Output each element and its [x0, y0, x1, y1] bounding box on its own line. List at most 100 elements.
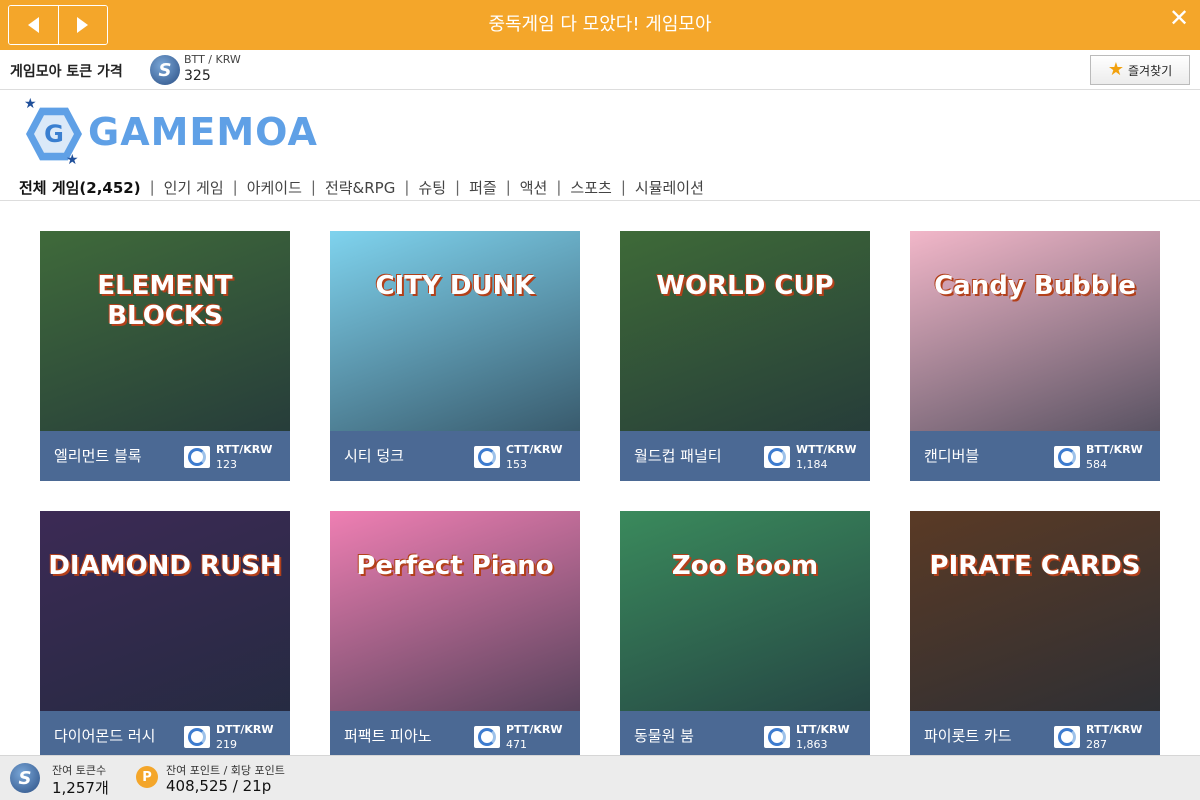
- token-logo-icon: S: [150, 55, 180, 85]
- bottom-status-bar: S 잔여 토큰수 1,257개 P 잔여 포인트 / 회당 포인트 408,52…: [0, 755, 1200, 800]
- game-token-pair: CTT/KRW: [506, 443, 563, 456]
- category-separator: |: [310, 178, 316, 196]
- game-card[interactable]: Perfect Piano 퍼팩트 피아노 PTT/KRW 471: [330, 511, 580, 761]
- game-name: 월드컵 패널티: [634, 447, 722, 465]
- token-price-label: 게임모아 토큰 가격: [10, 64, 123, 80]
- category-tab[interactable]: 전체 게임(2,452): [19, 177, 141, 198]
- game-info-bar: 다이어몬드 러시 DTT/KRW 219: [40, 711, 290, 761]
- star-icon: ★: [1107, 59, 1124, 80]
- game-art-title: CITY DUNK: [375, 271, 535, 301]
- game-art-title: PIRATE CARDS: [929, 551, 1141, 581]
- game-thumbnail: Perfect Piano: [330, 511, 580, 711]
- points-label: 잔여 포인트 / 회당 포인트: [166, 764, 285, 777]
- back-button[interactable]: [9, 6, 58, 44]
- star-icon: ★: [24, 96, 37, 112]
- title-bar: 중독게임 다 모았다! 게임모아 ✕: [0, 0, 1200, 50]
- token-balance-label: 잔여 토큰수: [52, 764, 107, 777]
- close-button[interactable]: ✕: [1166, 6, 1192, 32]
- category-tab[interactable]: 전략&RPG: [325, 177, 395, 198]
- game-token-icon: [1054, 726, 1080, 748]
- game-token-pair: RTT/KRW: [216, 443, 273, 456]
- game-token-pair: PTT/KRW: [506, 723, 563, 736]
- game-token-pair: LTT/KRW: [796, 723, 850, 736]
- game-name: 동물원 붐: [634, 727, 694, 745]
- game-info-bar: 캔디버블 BTT/KRW 584: [910, 431, 1160, 481]
- game-token-value: 123: [216, 458, 237, 471]
- token-logo-icon: S: [10, 763, 40, 793]
- category-tab[interactable]: 시뮬레이션: [635, 177, 704, 198]
- token-price-bar: 게임모아 토큰 가격 S BTT / KRW 325 ★ 즐겨찾기: [0, 50, 1200, 90]
- game-name: 퍼팩트 피아노: [344, 727, 432, 745]
- forward-button[interactable]: [57, 6, 107, 44]
- game-info-bar: 퍼팩트 피아노 PTT/KRW 471: [330, 711, 580, 761]
- category-tab[interactable]: 아케이드: [247, 177, 302, 198]
- game-art-title: WORLD CUP: [656, 271, 834, 301]
- game-card[interactable]: ELEMENT BLOCKS 엘리먼트 블록 RTT/KRW 123: [40, 231, 290, 481]
- game-art-title: Zoo Boom: [671, 551, 819, 581]
- game-token-value: 153: [506, 458, 527, 471]
- game-card[interactable]: WORLD CUP 월드컵 패널티 WTT/KRW 1,184: [620, 231, 870, 481]
- game-thumbnail: CITY DUNK: [330, 231, 580, 431]
- game-token-pair: BTT/KRW: [1086, 443, 1143, 456]
- favorites-label: 즐겨찾기: [1127, 63, 1173, 78]
- game-thumbnail: ELEMENT BLOCKS: [40, 231, 290, 431]
- gamemoa-logo[interactable]: ★ G ★ GAMEMOA: [22, 96, 322, 168]
- game-card[interactable]: CITY DUNK 시티 덩크 CTT/KRW 153: [330, 231, 580, 481]
- points-value: 408,525 / 21p: [166, 777, 272, 795]
- category-separator: |: [404, 178, 410, 196]
- game-token-value: 287: [1086, 738, 1107, 751]
- game-name: 시티 덩크: [344, 447, 404, 465]
- point-icon: P: [136, 766, 158, 788]
- game-token-icon: [184, 726, 210, 748]
- game-token-icon: [764, 726, 790, 748]
- category-tab[interactable]: 퍼즐: [469, 177, 497, 198]
- category-tab[interactable]: 인기 게임: [164, 177, 224, 198]
- game-card[interactable]: Zoo Boom 동물원 붐 LTT/KRW 1,863: [620, 511, 870, 761]
- favorites-button[interactable]: ★ 즐겨찾기: [1090, 55, 1190, 85]
- game-thumbnail: WORLD CUP: [620, 231, 870, 431]
- right-arrow-icon: [77, 17, 89, 33]
- game-token-pair: DTT/KRW: [216, 723, 274, 736]
- game-token-icon: [474, 446, 500, 468]
- game-info-bar: 동물원 붐 LTT/KRW 1,863: [620, 711, 870, 761]
- window-title: 중독게임 다 모았다! 게임모아: [488, 14, 712, 35]
- game-card[interactable]: Candy Bubble 캔디버블 BTT/KRW 584: [910, 231, 1160, 481]
- category-separator: |: [232, 178, 238, 196]
- game-info-bar: 파이롯트 카드 RTT/KRW 287: [910, 711, 1160, 761]
- header-divider: [0, 200, 1200, 201]
- game-art-title: ELEMENT BLOCKS: [97, 271, 233, 331]
- star-icon: ★: [66, 152, 79, 168]
- category-separator: |: [556, 178, 562, 196]
- category-tab[interactable]: 액션: [520, 177, 548, 198]
- token-price-pair: BTT / KRW: [184, 53, 241, 66]
- category-separator: |: [149, 178, 155, 196]
- category-tab[interactable]: 슈팅: [418, 177, 446, 198]
- game-card[interactable]: DIAMOND RUSH 다이어몬드 러시 DTT/KRW 219: [40, 511, 290, 761]
- category-tab[interactable]: 스포츠: [570, 177, 611, 198]
- game-thumbnail: DIAMOND RUSH: [40, 511, 290, 711]
- game-name: 엘리먼트 블록: [54, 447, 142, 465]
- game-token-value: 471: [506, 738, 527, 751]
- logo-text: GAMEMOA: [88, 110, 318, 154]
- category-nav: 전체 게임(2,452) | 인기 게임 | 아케이드 | 전략&RPG | 슈팅 | 퍼즐 | 액션 |…: [19, 176, 704, 198]
- game-info-bar: 시티 덩크 CTT/KRW 153: [330, 431, 580, 481]
- game-art-title: DIAMOND RUSH: [48, 551, 282, 581]
- logo-badge-letter: G: [34, 115, 74, 153]
- category-separator: |: [455, 178, 461, 196]
- game-card[interactable]: PIRATE CARDS 파이롯트 카드 RTT/KRW 287: [910, 511, 1160, 761]
- game-token-pair: WTT/KRW: [796, 443, 857, 456]
- game-art-title: Candy Bubble: [934, 271, 1136, 301]
- game-thumbnail: PIRATE CARDS: [910, 511, 1160, 711]
- game-thumbnail: Zoo Boom: [620, 511, 870, 711]
- history-nav: [8, 5, 108, 45]
- game-info-bar: 월드컵 패널티 WTT/KRW 1,184: [620, 431, 870, 481]
- game-token-icon: [1054, 446, 1080, 468]
- token-price-value: 325: [184, 68, 211, 84]
- left-arrow-icon: [27, 17, 39, 33]
- game-token-icon: [184, 446, 210, 468]
- game-name: 다이어몬드 러시: [54, 727, 156, 745]
- game-token-icon: [764, 446, 790, 468]
- game-token-icon: [474, 726, 500, 748]
- category-separator: |: [620, 178, 626, 196]
- game-token-value: 584: [1086, 458, 1107, 471]
